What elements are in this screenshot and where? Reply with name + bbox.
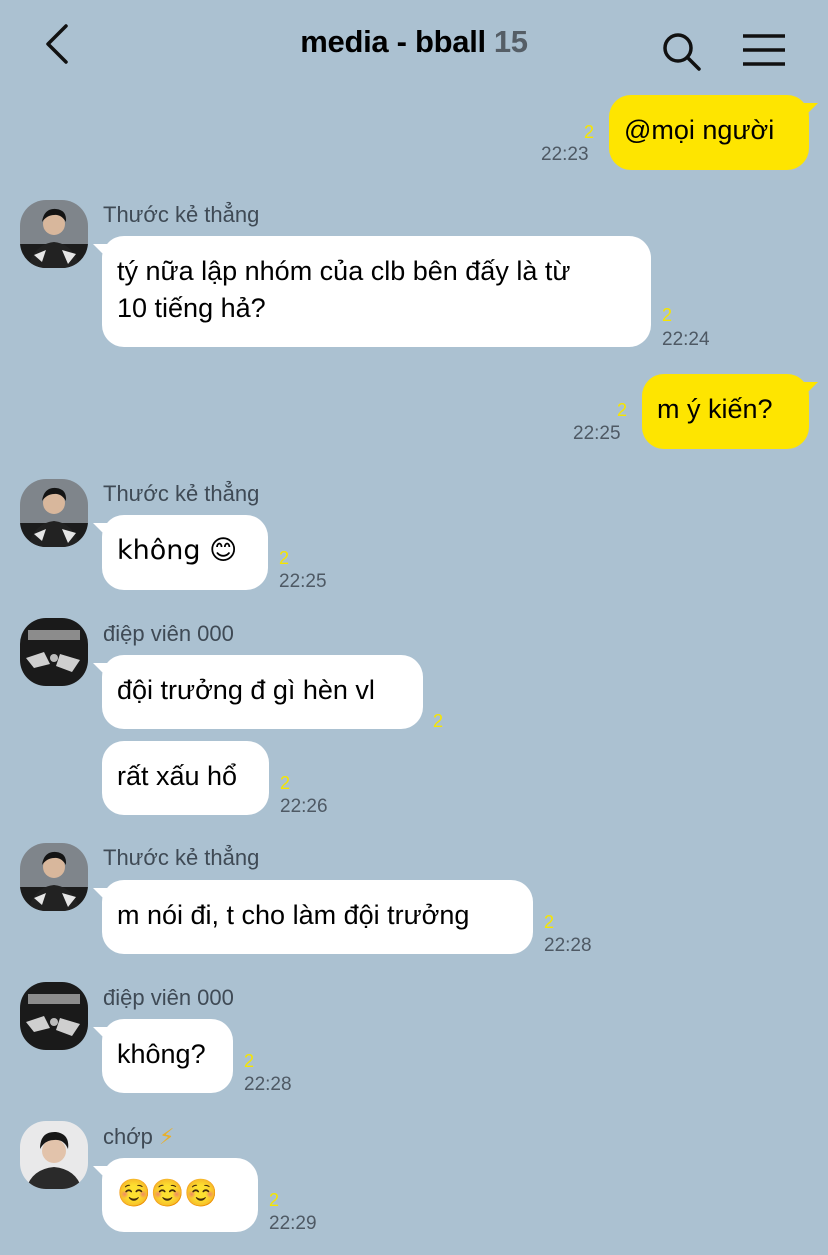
sender-name: Thước kẻ thẳng [103, 202, 260, 227]
message-text: m ý kiến? [657, 394, 773, 424]
message-bubble-incoming[interactable]: tý nữa lập nhóm của clb bên đấy là từ 10… [93, 236, 651, 347]
message-text-line: 10 tiếng hả? [117, 293, 266, 323]
avatar[interactable] [20, 843, 88, 911]
sender-name: điệp viên 000 [103, 621, 234, 646]
avatar-photo [20, 618, 88, 686]
message-text: không 😊 [117, 535, 238, 566]
avatar[interactable] [20, 200, 88, 268]
unread-count: 2 [433, 711, 444, 731]
member-count: 15 [493, 24, 528, 59]
avatar-photo [20, 982, 88, 1050]
message-bubble-incoming[interactable]: không? [93, 1019, 233, 1093]
avatar-photo [20, 479, 88, 547]
unread-count: 2 [544, 912, 555, 932]
sender-name: Thước kẻ thẳng [103, 845, 260, 870]
message-bubble-incoming[interactable]: không 😊 [93, 515, 268, 590]
avatar[interactable] [20, 618, 88, 686]
unread-count: 2 [280, 773, 291, 793]
lightning-icon: ⚡ [159, 1124, 175, 1149]
search-button[interactable] [660, 30, 704, 74]
message-text-line: tý nữa lập nhóm của clb bên đấy là từ [117, 256, 571, 286]
unread-count: 2 [584, 122, 595, 142]
avatar[interactable] [20, 982, 88, 1050]
message-time: 22:28 [544, 935, 592, 956]
message-bubble-outgoing[interactable]: m ý kiến? [642, 374, 818, 449]
unread-count: 2 [269, 1190, 280, 1210]
hamburger-menu-icon [743, 34, 785, 66]
message-text: đội trưởng đ gì hèn vl [117, 675, 375, 705]
avatar[interactable] [20, 1121, 88, 1189]
unread-count: 2 [662, 305, 673, 325]
message-time: 22:28 [244, 1074, 292, 1095]
avatar-photo [20, 200, 88, 268]
message-text: m nói đi, t cho làm đội trưởng [117, 900, 470, 930]
message-time: 22:23 [541, 144, 589, 165]
message-time: 22:26 [280, 796, 328, 817]
message-time: 22:25 [573, 423, 621, 444]
sender-name: điệp viên 000 [103, 985, 234, 1010]
message-bubble-incoming[interactable]: rất xấu hổ [102, 741, 269, 815]
avatar-photo [20, 843, 88, 911]
message-text: không? [117, 1039, 206, 1069]
message-text: ☺️☺️☺️ [117, 1178, 218, 1209]
message-bubble-outgoing[interactable]: @mọi người [609, 95, 818, 170]
unread-count: 2 [617, 400, 628, 420]
message-time: 22:29 [269, 1213, 317, 1234]
chat-header: media - bball 15 [0, 0, 828, 92]
avatar[interactable] [20, 479, 88, 547]
unread-count: 2 [279, 548, 290, 568]
message-time: 22:24 [662, 329, 710, 350]
menu-button[interactable] [740, 28, 788, 72]
message-bubble-incoming[interactable]: đội trưởng đ gì hèn vl [93, 655, 423, 729]
unread-count: 2 [244, 1051, 255, 1071]
message-text: @mọi người [624, 115, 775, 145]
message-time: 22:25 [279, 571, 327, 592]
chat-title-text: media - bball [300, 24, 486, 59]
message-text: rất xấu hổ [117, 761, 238, 791]
message-bubble-incoming[interactable]: m nói đi, t cho làm đội trưởng [93, 880, 533, 954]
sender-name: Thước kẻ thẳng [103, 481, 260, 506]
search-icon [663, 33, 701, 71]
avatar-photo [20, 1121, 88, 1189]
message-bubble-incoming[interactable]: ☺️☺️☺️ [93, 1158, 258, 1232]
sender-name: chớp ⚡ [103, 1124, 174, 1150]
sender-name-text: chớp [103, 1124, 153, 1149]
